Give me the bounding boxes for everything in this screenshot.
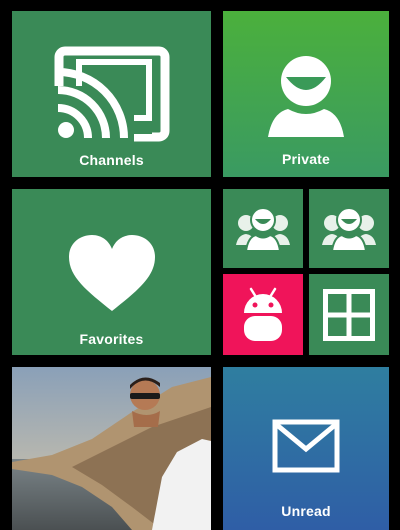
heart-icon [67, 233, 157, 313]
user-icon [264, 53, 348, 137]
tile-android[interactable] [223, 274, 303, 355]
tile-grid[interactable] [309, 274, 389, 355]
channels-label: Channels [79, 152, 144, 168]
private-label: Private [281, 151, 331, 167]
group-icon [236, 207, 290, 251]
tile-group-two[interactable] [309, 189, 389, 268]
tile-photo[interactable] [12, 367, 211, 530]
profile-photo [12, 367, 211, 530]
tile-channels[interactable]: Channels [12, 11, 211, 177]
favorites-label: Favorites [79, 331, 144, 347]
tile-favorites[interactable]: Favorites [12, 189, 211, 355]
mail-icon [272, 419, 340, 473]
tile-group-one[interactable] [223, 189, 303, 268]
android-icon [241, 287, 285, 343]
tile-private[interactable]: Private [223, 11, 389, 177]
tile-unread[interactable]: Unread [223, 367, 389, 530]
cast-icon [53, 46, 170, 142]
group-icon [322, 207, 376, 251]
unread-label: Unread [281, 503, 331, 519]
grid-icon [323, 289, 375, 341]
